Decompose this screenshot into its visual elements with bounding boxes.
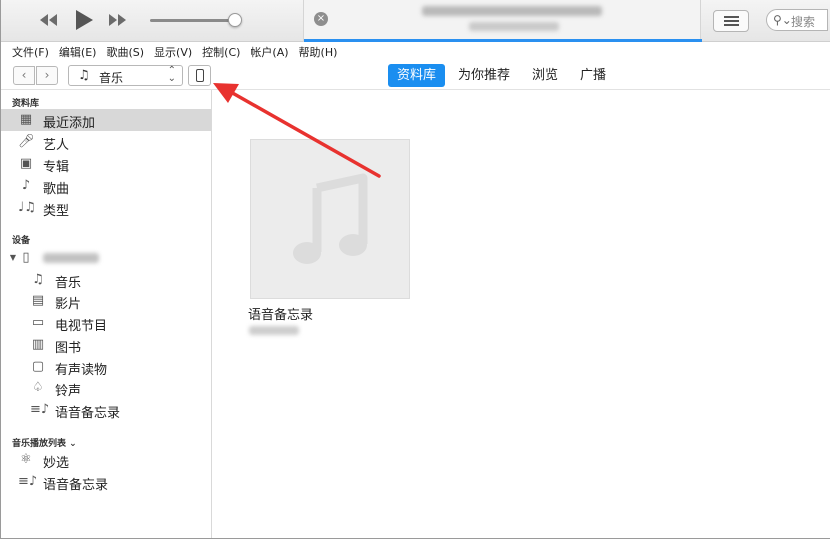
sidebar-device-books[interactable]: ▥ 图书 — [1, 334, 211, 356]
search-icon: ⚲⌄ — [773, 13, 792, 27]
iphone-icon — [196, 69, 204, 82]
sidebar-item-label: 图书 — [55, 341, 82, 356]
search-placeholder: 搜索 — [791, 15, 816, 29]
volume-knob[interactable] — [228, 13, 242, 27]
select-arrows-icon: ⌃ ⌄ — [167, 65, 176, 84]
iphone-icon: ▯ — [22, 250, 30, 265]
music-note-icon: ♫ — [32, 272, 44, 287]
search-input[interactable]: ⚲⌄ 搜索 — [766, 9, 828, 31]
tab-library[interactable]: 资料库 — [388, 64, 446, 87]
blurred-device-name — [43, 253, 99, 263]
sidebar: 资料库 ▦ 最近添加 🎤︎ 艺人 ▣ 专辑 ♪ 歌曲 ♩♫ 类型 设备 ▼ ▯ … — [1, 90, 212, 538]
menu-edit[interactable]: 编辑(E) — [58, 44, 98, 60]
sidebar-item-label: 音乐 — [55, 276, 82, 291]
sidebar-item-label: 语音备忘录 — [43, 478, 109, 493]
rewind-icon[interactable] — [37, 10, 59, 30]
main-content: 语音备忘录 — [212, 90, 830, 538]
album-artwork[interactable] — [250, 139, 410, 299]
menu-bar: 文件(F) 编辑(E) 歌曲(S) 显示(V) 控制(C) 帐户(A) 帮助(H… — [1, 42, 830, 61]
sidebar-item-songs[interactable]: ♪ 歌曲 — [1, 175, 211, 197]
music-note-icon: ♪ — [21, 178, 31, 193]
sidebar-item-albums[interactable]: ▣ 专辑 — [1, 153, 211, 175]
sidebar-playlist-voice-memos[interactable]: ≡♪ 语音备忘录 — [1, 471, 211, 493]
music-note-icon: ♫ — [78, 68, 90, 83]
sidebar-playlist-genius[interactable]: ⚛ 妙选 — [1, 449, 211, 471]
grid-icon: ▦ — [19, 112, 33, 127]
menu-controls[interactable]: 控制(C) — [201, 44, 241, 60]
atom-icon: ⚛ — [20, 452, 32, 467]
sidebar-item-artists[interactable]: 🎤︎ 艺人 — [1, 131, 211, 153]
sidebar-device-audiobooks[interactable]: ▢ 有声读物 — [1, 356, 211, 378]
media-type-select[interactable]: ♫ 音乐 ⌃ ⌄ — [68, 65, 183, 86]
tab-for-you[interactable]: 为你推荐 — [449, 64, 519, 87]
play-icon[interactable] — [73, 8, 95, 32]
sidebar-device-tones[interactable]: ♤ 铃声 — [1, 377, 211, 399]
album-title[interactable]: 语音备忘录 — [248, 304, 313, 323]
sidebar-item-label: 影片 — [55, 297, 82, 312]
back-button[interactable]: ‹ — [13, 66, 35, 85]
microphone-icon: 🎤︎ — [18, 134, 35, 149]
menu-view[interactable]: 显示(V) — [153, 44, 193, 60]
sidebar-item-label: 最近添加 — [43, 116, 96, 131]
close-icon[interactable]: × — [314, 12, 328, 26]
sidebar-item-label: 专辑 — [43, 160, 70, 175]
sidebar-device-music[interactable]: ♫ 音乐 — [1, 269, 211, 291]
sidebar-item-label: 类型 — [43, 204, 70, 219]
film-icon: ▤ — [31, 293, 45, 308]
now-playing-display: × — [303, 0, 702, 42]
tv-icon: ▭ — [31, 315, 45, 330]
tab-browse[interactable]: 浏览 — [523, 64, 567, 87]
sidebar-item-label: 铃声 — [55, 384, 82, 399]
bell-icon: ♤ — [32, 380, 44, 395]
book-icon: ▥ — [31, 337, 45, 352]
sidebar-item-label: 艺人 — [43, 138, 70, 153]
sidebar-item-label: 有声读物 — [55, 363, 108, 378]
volume-slider[interactable] — [150, 19, 236, 22]
music-note-icon — [293, 173, 368, 264]
sidebar-item-label: 语音备忘录 — [55, 406, 121, 421]
blurred-track-title — [422, 6, 602, 16]
sidebar-device-iphone[interactable]: ▼ ▯ — [1, 247, 211, 269]
blurred-track-subtitle — [469, 22, 559, 31]
forward-button[interactable]: › — [36, 66, 58, 85]
menu-song[interactable]: 歌曲(S) — [105, 44, 145, 60]
menu-help[interactable]: 帮助(H) — [298, 44, 339, 60]
sidebar-item-label: 电视节目 — [55, 319, 108, 334]
navigation-row: ‹ › ♫ 音乐 ⌃ ⌄ 资料库 为你推荐 浏览 广播 — [1, 61, 830, 90]
device-button[interactable] — [188, 65, 211, 86]
sidebar-device-tv-shows[interactable]: ▭ 电视节目 — [1, 312, 211, 334]
sidebar-item-genres[interactable]: ♩♫ 类型 — [1, 197, 211, 219]
menu-file[interactable]: 文件(F) — [11, 44, 50, 60]
sidebar-item-recently-added[interactable]: ▦ 最近添加 — [1, 109, 211, 131]
view-tabs: 资料库 为你推荐 浏览 广播 — [388, 64, 615, 87]
sidebar-item-label: 妙选 — [43, 456, 70, 471]
audiobook-icon: ▢ — [31, 359, 45, 374]
album-icon: ▣ — [19, 156, 33, 171]
tab-radio[interactable]: 广播 — [571, 64, 615, 87]
sidebar-item-label: 歌曲 — [43, 182, 70, 197]
media-type-label: 音乐 — [99, 71, 124, 85]
fast-forward-icon[interactable] — [107, 10, 129, 30]
player-bar: × ⚲⌄ 搜索 — [1, 0, 830, 42]
blurred-album-subtitle — [249, 326, 299, 335]
playlist-icon: ≡♪ — [30, 402, 50, 417]
sidebar-device-voice-memos[interactable]: ≡♪ 语音备忘录 — [1, 399, 211, 421]
itunes-window: × ⚲⌄ 搜索 文件(F) 编辑(E) 歌曲(S) 显示(V) 控制(C) 帐户… — [0, 0, 830, 539]
playlist-icon: ≡♪ — [18, 474, 38, 489]
sidebar-device-movies[interactable]: ▤ 影片 — [1, 290, 211, 312]
list-view-button[interactable] — [713, 10, 749, 32]
genre-icon: ♩♫ — [18, 200, 36, 215]
library-section-header: 资料库 — [12, 99, 40, 109]
menu-account[interactable]: 帐户(A) — [249, 44, 289, 60]
devices-section-header: 设备 — [12, 236, 31, 246]
playlists-section-header[interactable]: 音乐播放列表 ⌄ — [12, 436, 77, 449]
